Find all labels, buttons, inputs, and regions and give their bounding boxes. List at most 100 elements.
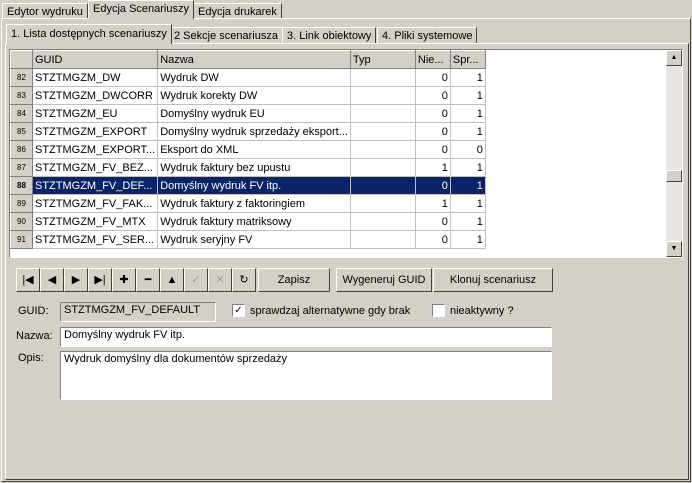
table-row[interactable]: 90 STZTMGZM_FV_MTX Wydruk faktury matrikso… xyxy=(10,212,486,231)
cell-typ[interactable] xyxy=(350,86,416,105)
cell-nie[interactable]: 0 xyxy=(415,86,451,105)
row-number[interactable]: 88 xyxy=(10,176,33,195)
cell-typ[interactable] xyxy=(350,212,416,231)
delete-record-icon[interactable]: ━ xyxy=(136,268,160,292)
table-row[interactable]: 82 STZTMGZM_DW Wydruk DW 0 1 xyxy=(10,68,486,87)
first-record-icon[interactable]: |◀ xyxy=(16,268,40,292)
cell-nazwa[interactable]: Domyślny wydruk FV itp. xyxy=(157,176,351,195)
cell-guid[interactable]: STZTMGZM_FV_SER... xyxy=(32,230,159,249)
table-row[interactable]: 83 STZTMGZM_DWCORR Wydruk korekty DW 0 1 xyxy=(10,86,486,105)
opis-field[interactable]: Wydruk domyślny dla dokumentów sprzedaży xyxy=(60,351,552,400)
cell-typ[interactable] xyxy=(350,104,416,123)
column-header-spr[interactable]: Spr... xyxy=(449,50,486,69)
scenario-grid[interactable]: GUID Nazwa Typ Nie... Spr... 82 STZTMGZM_… xyxy=(9,49,683,258)
cell-guid[interactable]: STZTMGZM_DW xyxy=(32,68,159,87)
cell-guid[interactable]: STZTMGZM_FV_DEF... xyxy=(32,176,159,195)
save-button[interactable]: Zapisz xyxy=(258,268,330,292)
cell-nie[interactable]: 0 xyxy=(415,68,451,87)
cell-nazwa[interactable]: Wydruk korekty DW xyxy=(157,86,351,105)
cell-guid[interactable]: STZTMGZM_FV_FAK... xyxy=(32,194,159,213)
inactive-label[interactable]: nieaktywny ? xyxy=(450,305,514,317)
cell-spr[interactable]: 1 xyxy=(450,68,486,87)
row-number[interactable]: 89 xyxy=(10,194,33,213)
cell-nazwa[interactable]: Wydruk DW xyxy=(157,68,351,87)
table-row[interactable]: 91 STZTMGZM_FV_SER... Wydruk seryjny FV 0 1 xyxy=(10,230,486,249)
cell-nazwa[interactable]: Wydruk seryjny FV xyxy=(157,230,351,249)
check-alternative-label[interactable]: sprawdzaj alternatywne gdy brak xyxy=(250,305,410,317)
cell-spr[interactable]: 0 xyxy=(450,140,486,159)
cell-guid[interactable]: STZTMGZM_EXPORT... xyxy=(32,140,159,159)
tab-edycja-drukarek[interactable]: Edycja drukarek xyxy=(193,3,282,19)
nazwa-field[interactable]: Domyślny wydruk FV itp. xyxy=(60,327,552,347)
check-alternative-checkbox[interactable]: ✓ xyxy=(232,304,245,317)
cell-nie[interactable]: 0 xyxy=(415,176,451,195)
cell-spr[interactable]: 1 xyxy=(450,86,486,105)
clone-scenario-button[interactable]: Klonuj scenariusz xyxy=(433,268,553,292)
cell-nie[interactable]: 0 xyxy=(415,230,451,249)
row-number[interactable]: 90 xyxy=(10,212,33,231)
tab-sekcje-scenariusza[interactable]: 2 Sekcje scenariusza xyxy=(169,27,283,43)
table-row[interactable]: 87 STZTMGZM_FV_BEZ... Wydruk faktury bez u… xyxy=(10,158,486,177)
post-record-icon[interactable]: ✓ xyxy=(184,268,208,292)
column-header-nazwa[interactable]: Nazwa xyxy=(157,50,351,69)
cell-typ[interactable] xyxy=(350,176,416,195)
tab-link-obiektowy[interactable]: 3. Link obiektowy xyxy=(282,27,377,43)
scroll-up-icon[interactable]: ▲ xyxy=(666,50,682,66)
cell-nazwa[interactable]: Domyślny wydruk EU xyxy=(157,104,351,123)
cell-spr[interactable]: 1 xyxy=(450,230,486,249)
row-number[interactable]: 83 xyxy=(10,86,33,105)
cell-spr[interactable]: 1 xyxy=(450,122,486,141)
cell-nie[interactable]: 1 xyxy=(415,194,451,213)
tab-edytor-wydruku[interactable]: Edytor wydruku xyxy=(2,3,88,19)
cell-nazwa[interactable]: Wydruk faktury bez upustu xyxy=(157,158,351,177)
insert-record-icon[interactable]: ✚ xyxy=(112,268,136,292)
column-header-guid[interactable]: GUID xyxy=(31,50,159,69)
table-row[interactable]: 86 STZTMGZM_EXPORT... Eksport do XML 0 0 xyxy=(10,140,486,159)
refresh-icon[interactable]: ↻ xyxy=(232,268,256,292)
cell-nazwa[interactable]: Domyślny wydruk sprzedaży eksport... xyxy=(157,122,351,141)
cell-nie[interactable]: 1 xyxy=(415,158,451,177)
cell-guid[interactable]: STZTMGZM_FV_BEZ... xyxy=(32,158,159,177)
next-record-icon[interactable]: ▶ xyxy=(64,268,88,292)
tab-lista-scenariuszy[interactable]: 1. Lista dostępnych scenariuszy xyxy=(6,24,172,44)
cell-guid[interactable]: STZTMGZM_EU xyxy=(32,104,159,123)
cell-typ[interactable] xyxy=(350,194,416,213)
generate-guid-button[interactable]: Wygeneruj GUID xyxy=(336,268,432,292)
tab-pliki-systemowe[interactable]: 4. Pliki systemowe xyxy=(377,27,478,43)
cell-guid[interactable]: STZTMGZM_DWCORR xyxy=(32,86,159,105)
cell-typ[interactable] xyxy=(350,230,416,249)
cell-spr[interactable]: 1 xyxy=(450,104,486,123)
cell-nie[interactable]: 0 xyxy=(415,122,451,141)
row-number[interactable]: 82 xyxy=(10,68,33,87)
cell-typ[interactable] xyxy=(350,140,416,159)
column-header-nie[interactable]: Nie... xyxy=(414,50,451,69)
row-number[interactable]: 86 xyxy=(10,140,33,159)
cell-spr[interactable]: 1 xyxy=(450,212,486,231)
cell-guid[interactable]: STZTMGZM_FV_MTX xyxy=(32,212,159,231)
cell-nie[interactable]: 0 xyxy=(415,140,451,159)
edit-record-icon[interactable]: ▲ xyxy=(160,268,184,292)
cancel-record-icon[interactable]: ✕ xyxy=(208,268,232,292)
table-row[interactable]: 89 STZTMGZM_FV_FAK... Wydruk faktury z fak… xyxy=(10,194,486,213)
cell-nazwa[interactable]: Eksport do XML xyxy=(157,140,351,159)
scroll-down-icon[interactable]: ▼ xyxy=(666,241,682,257)
row-number[interactable]: 91 xyxy=(10,230,33,249)
tab-edycja-scenariuszy[interactable]: Edycja Scenariuszy xyxy=(88,0,194,19)
table-row[interactable]: 85 STZTMGZM_EXPORT Domyślny wydruk sprzeda… xyxy=(10,122,486,141)
row-number[interactable]: 84 xyxy=(10,104,33,123)
cell-guid[interactable]: STZTMGZM_EXPORT xyxy=(32,122,159,141)
cell-nie[interactable]: 0 xyxy=(415,212,451,231)
cell-nie[interactable]: 0 xyxy=(415,104,451,123)
cell-spr[interactable]: 1 xyxy=(450,158,486,177)
column-header-typ[interactable]: Typ xyxy=(349,50,416,69)
cell-spr[interactable]: 1 xyxy=(450,194,486,213)
table-row[interactable]: 84 STZTMGZM_EU Domyślny wydruk EU 0 1 xyxy=(10,104,486,123)
cell-typ[interactable] xyxy=(350,158,416,177)
grid-vertical-scrollbar[interactable]: ▲ ▼ xyxy=(666,50,682,257)
cell-nazwa[interactable]: Wydruk faktury matriksowy xyxy=(157,212,351,231)
cell-typ[interactable] xyxy=(350,68,416,87)
row-number[interactable]: 87 xyxy=(10,158,33,177)
table-row[interactable]: 88 STZTMGZM_FV_DEF... Domyślny wydruk FV i… xyxy=(10,176,486,195)
last-record-icon[interactable]: ▶| xyxy=(88,268,112,292)
scroll-thumb[interactable] xyxy=(666,170,682,182)
